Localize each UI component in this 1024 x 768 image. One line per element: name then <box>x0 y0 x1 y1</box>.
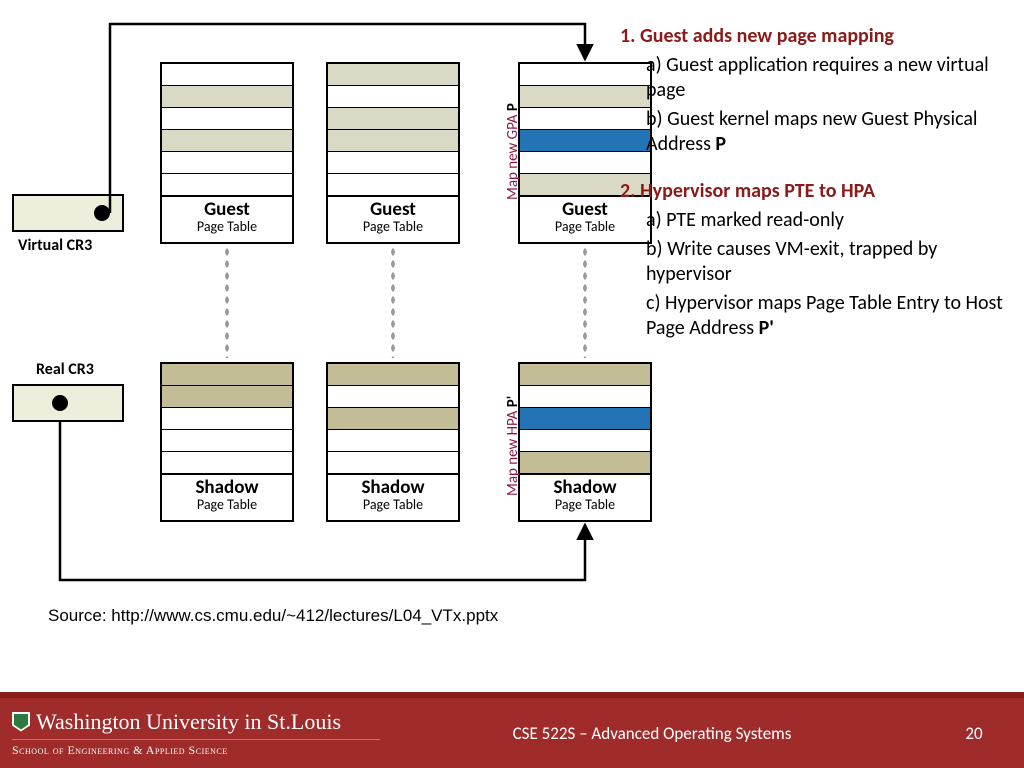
pt-subtitle: Page Table <box>328 219 458 234</box>
page-number: 20 <box>924 723 1024 744</box>
dotted-connector <box>390 246 396 358</box>
course-title: CSE 522S – Advanced Operating Systems <box>380 723 924 744</box>
pt-title: Shadow <box>328 478 458 497</box>
pt-subtitle: Page Table <box>328 497 458 512</box>
new-hpa-row <box>520 408 650 430</box>
dotted-connector <box>582 246 588 358</box>
virtual-cr3-box <box>12 194 124 232</box>
map-new-gpa-label: Map new GPA P <box>504 103 522 200</box>
guest-page-table-1: GuestPage Table <box>160 62 294 244</box>
shadow-page-table-3: ShadowPage Table <box>518 362 652 522</box>
slide-footer: Washington University in St.Louis School… <box>0 690 1024 768</box>
diagram: Virtual CR3 Real CR3 GuestPage Table Gue… <box>0 0 620 640</box>
pt-title: Guest <box>328 200 458 219</box>
shadow-page-table-2: ShadowPage Table <box>326 362 460 522</box>
university-logo: Washington University in St.Louis School… <box>0 698 380 768</box>
pt-title: Guest <box>162 200 292 219</box>
real-cr3-box <box>12 384 124 422</box>
pt-subtitle: Page Table <box>520 497 650 512</box>
pt-subtitle: Page Table <box>162 219 292 234</box>
source-citation: Source: http://www.cs.cmu.edu/~412/lectu… <box>48 606 498 626</box>
pt-title: Shadow <box>520 478 650 497</box>
cr3-dot-icon <box>52 395 68 411</box>
shadow-page-table-1: ShadowPage Table <box>160 362 294 522</box>
step-2c: c) Hypervisor maps Page Table Entry to H… <box>620 291 1010 341</box>
cr3-dot-icon <box>94 205 110 221</box>
pt-subtitle: Page Table <box>162 497 292 512</box>
step-1a: a) Guest application requires a new virt… <box>620 53 1010 103</box>
slide: Virtual CR3 Real CR3 GuestPage Table Gue… <box>0 0 1024 768</box>
map-new-hpa-label: Map new HPA P' <box>504 396 522 496</box>
virtual-cr3-label: Virtual CR3 <box>18 236 92 255</box>
guest-page-table-2: GuestPage Table <box>326 62 460 244</box>
real-cr3-label: Real CR3 <box>36 360 94 379</box>
step-2a: a) PTE marked read-only <box>620 208 1010 233</box>
pt-title: Shadow <box>162 478 292 497</box>
step-2b: b) Write causes VM-exit, trapped by hype… <box>620 237 1010 287</box>
step-1b: b) Guest kernel maps new Guest Physical … <box>620 107 1010 157</box>
explanation-text: 1. Guest adds new page mapping a) Guest … <box>620 24 1010 345</box>
dotted-connector <box>224 246 230 358</box>
shield-icon <box>12 712 30 732</box>
